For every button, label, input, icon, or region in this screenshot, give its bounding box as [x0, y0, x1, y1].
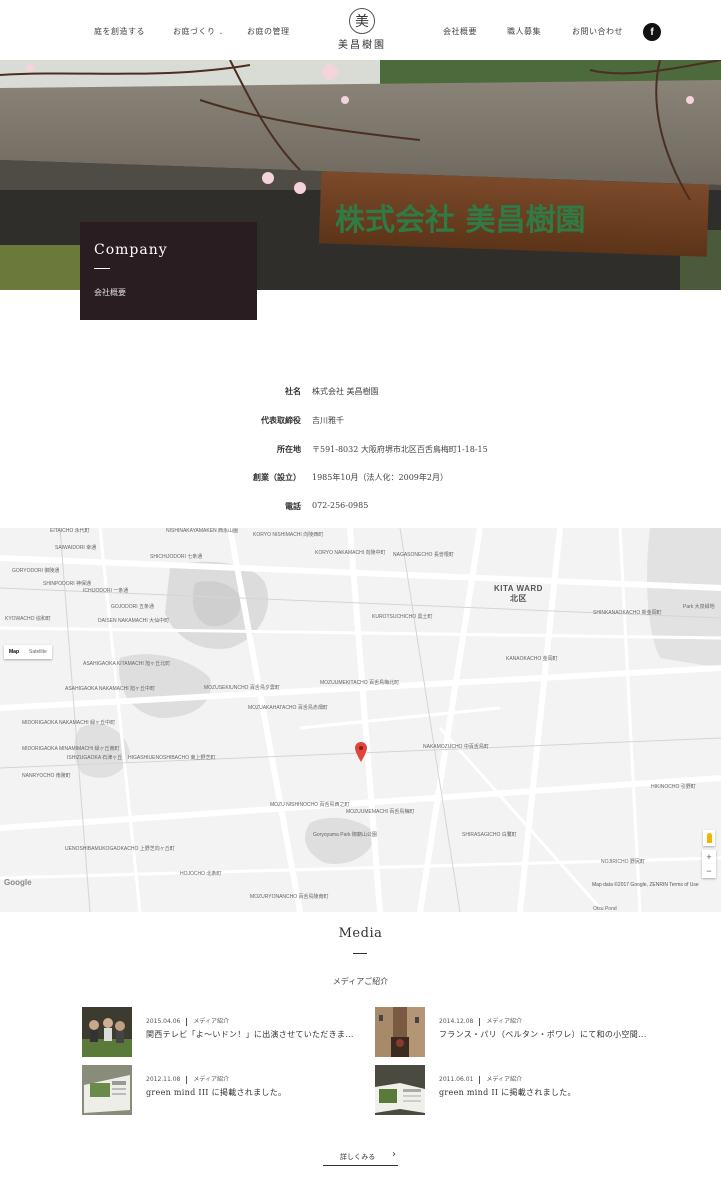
- map-place-label: SHINPODORI 神保通: [43, 581, 92, 587]
- map-place-label: ASAHIGAOKA NAKAMACHI 旭ヶ丘中町: [65, 686, 156, 692]
- media-meta: 2014.12.08 メディア紹介: [439, 1017, 522, 1026]
- google-logo: Google: [4, 878, 32, 887]
- media-card[interactable]: 2015.04.06 メディア紹介 関西テレビ「よ〜いドン！」に出演させていただき…: [82, 1007, 372, 1059]
- map-place-label: GORYODORI 御陵通: [12, 568, 60, 574]
- map-place-label: EITAICHO 永代町: [50, 528, 90, 534]
- media-headline: green mind II に掲載されました。: [439, 1088, 576, 1097]
- map-place-label: NAGASONECHO 長曽根町: [393, 552, 454, 558]
- map-type-toggle: Map Satellite: [4, 645, 52, 659]
- map-place-label: ISHIZUGAOKA 石津ヶ丘: [67, 755, 123, 761]
- map-place-label: SAIWAIDORI 幸通: [55, 545, 97, 551]
- google-map[interactable]: EITAICHO 永代町 NISHINAKAYAMAKEN 西永山園 KORYO…: [0, 528, 721, 912]
- map-place-label: KORYO NAKAMACHI 向陵中町: [315, 550, 386, 556]
- media-meta: 2015.04.06 メディア紹介: [146, 1017, 229, 1026]
- media-thumbnail: [375, 1065, 425, 1115]
- map-place-label: DAISEN NAKAMACHI 大仙中町: [98, 618, 170, 624]
- svg-text:株式会社 美昌樹園: 株式会社 美昌樹園: [335, 203, 585, 238]
- info-row-name: 社名 株式会社 美昌樹園: [285, 386, 379, 396]
- map-place-label: KUROTSUCHICHO 黒土町: [372, 614, 433, 620]
- nav-item-create-garden[interactable]: 庭を創造する: [94, 26, 145, 37]
- map-type-satellite[interactable]: Satellite: [24, 645, 52, 659]
- map-place-label: ICHIJODORI 一条通: [83, 588, 129, 594]
- site-header: 庭を創造する お庭づくり ⌄ お庭の管理 美 美昌樹園 会社概要 職人募集 お問い…: [0, 0, 721, 60]
- map-place-label: SHIRASAGICHO 白鷺町: [462, 832, 517, 838]
- map-credits[interactable]: Map data ©2017 Google, ZENRIN Terms of U…: [592, 882, 699, 888]
- info-row-address: 所在地 〒591-8032 大阪府堺市北区百舌鳥梅町1-18-15: [277, 444, 488, 454]
- more-label: 詳しくみる: [340, 1153, 376, 1161]
- site-logo[interactable]: 美 美昌樹園: [334, 8, 390, 51]
- media-card[interactable]: 2014.12.08 メディア紹介 フランス・パリ（ベルタン・ポワレ）にて和の小空…: [375, 1007, 665, 1059]
- map-place-label: Otsu Pond: [593, 906, 617, 912]
- page-subtitle: 会社概要: [94, 288, 126, 297]
- map-place-label: UENOSHIBAMUKOGAOKACHO 上野芝向ヶ丘町: [65, 846, 175, 852]
- media-section-title: Media: [338, 926, 383, 941]
- map-pin-icon[interactable]: [355, 742, 367, 762]
- map-place-label: KANAOKACHO 金岡町: [506, 656, 558, 662]
- media-thumbnail: [82, 1007, 132, 1057]
- map-place-label: MOZU NISHINOCHO 百舌鳥西之町: [270, 802, 350, 808]
- media-meta: 2012.11.08 メディア紹介: [146, 1075, 229, 1084]
- map-place-label: MOZUUMEMACHI 百舌鳥梅町: [346, 809, 415, 815]
- media-meta: 2011.06.01 メディア紹介: [439, 1075, 522, 1084]
- nav-item-company[interactable]: 会社概要: [443, 26, 477, 37]
- map-place-label: NOJIRICHO 野尻町: [601, 859, 645, 865]
- media-headline: green mind III に掲載されました。: [146, 1088, 287, 1097]
- page-title: Company: [94, 242, 168, 258]
- map-place-label: MOZUAKAHATACHO 百舌鳥赤畑町: [248, 705, 328, 711]
- map-place-label: Goryoyama Park 御廟山公園: [313, 832, 377, 838]
- info-row-phone: 電話 072-256-0985: [285, 501, 369, 511]
- media-card[interactable]: 2011.06.01 メディア紹介 green mind II に掲載されました。: [375, 1065, 665, 1117]
- map-place-label: MOZURYONANCHO 百舌鳥陵南町: [250, 894, 329, 900]
- sign-text: 株式会社 美昌樹園: [335, 203, 585, 238]
- street-view-pegman-icon[interactable]: [703, 830, 715, 846]
- map-place-label: SHICHIJODORI 七条通: [150, 554, 203, 560]
- map-place-label: Park 大泉緑地: [683, 604, 715, 610]
- zoom-in-button[interactable]: +: [702, 850, 716, 864]
- map-place-label: MOZUUMEKITACHO 百舌鳥梅北町: [320, 680, 400, 686]
- zoom-out-button[interactable]: −: [702, 864, 716, 878]
- map-place-label: KORYO NISHIMACHI 向陵西町: [253, 532, 324, 538]
- map-place-label: MOZUSEKIUNCHO 百舌鳥夕雲町: [204, 685, 280, 691]
- media-thumbnail: [375, 1007, 425, 1057]
- media-divider: [353, 953, 367, 954]
- district-label: KITA WARD 北区: [494, 584, 543, 603]
- page-title-box: Company 会社概要: [80, 222, 257, 320]
- map-place-label: ASAHIGAOKA KITAMACHI 旭ヶ丘北町: [83, 661, 171, 667]
- media-card[interactable]: 2012.11.08 メディア紹介 green mind III に掲載されました…: [82, 1065, 372, 1117]
- chevron-right-icon: ›: [392, 1149, 396, 1160]
- more-button[interactable]: 詳しくみる ›: [323, 1146, 398, 1166]
- chevron-down-icon: ⌄: [218, 29, 225, 36]
- map-place-label: NANRYOCHO 南陵町: [22, 773, 71, 779]
- map-type-map[interactable]: Map: [4, 645, 24, 659]
- media-headline: 関西テレビ「よ〜いドン！」に出演させていただきま...: [146, 1030, 354, 1039]
- nav-item-garden-making[interactable]: お庭づくり ⌄: [173, 26, 224, 37]
- nav-item-garden-care[interactable]: お庭の管理: [247, 26, 290, 37]
- facebook-icon[interactable]: f: [643, 23, 661, 41]
- map-place-label: SHINKANAOKACHO 新金岡町: [593, 610, 662, 616]
- map-place-label: NISHINAKAYAMAKEN 西永山園: [166, 528, 239, 534]
- map-place-label: MIDORIGAOKA NAKAMACHI 緑ヶ丘中町: [22, 720, 116, 726]
- map-place-label: GOJODORI 五条通: [111, 604, 155, 610]
- map-place-label: HIKINOCHO 引野町: [651, 784, 696, 790]
- logo-text: 美昌樹園: [338, 40, 386, 51]
- nav-item-recruit[interactable]: 職人募集: [507, 26, 541, 37]
- map-place-label: HOJOCHO 北条町: [180, 871, 222, 877]
- media-headline: フランス・パリ（ベルタン・ポワレ）にて和の小空間...: [439, 1030, 647, 1039]
- media-section-subtitle: メディアご紹介: [332, 977, 389, 986]
- logo-mark: 美: [349, 8, 375, 34]
- info-row-ceo: 代表取締役 吉川雅千: [261, 415, 344, 425]
- media-thumbnail: [82, 1065, 132, 1115]
- map-place-label: HIGASHIUENOSHIBACHO 東上野芝町: [128, 755, 216, 761]
- map-place-label: MIDORIGAOKA MINAMIMACHI 緑ヶ丘南町: [22, 746, 120, 752]
- map-place-label: KYOWACHO 協和町: [5, 616, 51, 622]
- nav-item-contact[interactable]: お問い合わせ: [572, 26, 623, 37]
- title-divider: [94, 268, 110, 269]
- info-row-founded: 創業（設立） 1985年10月（法人化：2009年2月）: [253, 472, 448, 482]
- map-place-label: NAKAMOZUCHO 中百舌鳥町: [423, 744, 489, 750]
